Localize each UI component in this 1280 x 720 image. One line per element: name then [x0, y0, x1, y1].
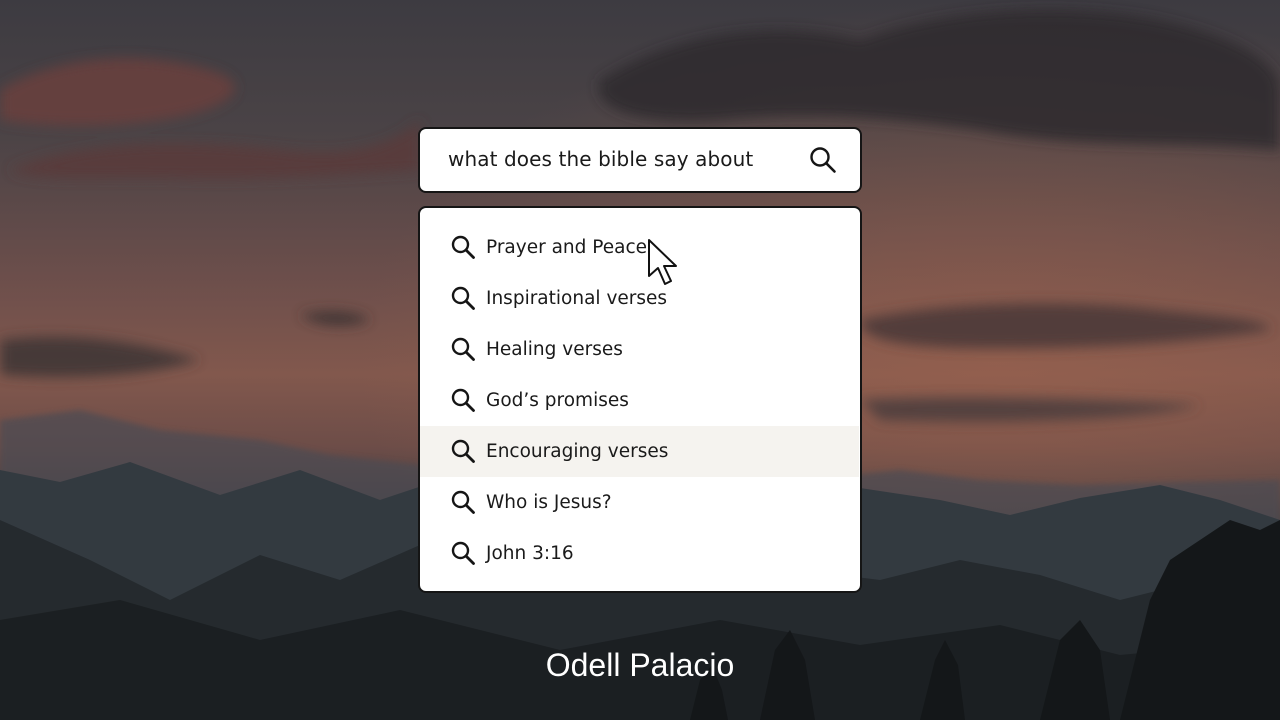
suggestion-label: John 3:16 [486, 543, 574, 564]
suggestion-label: Inspirational verses [486, 288, 668, 309]
suggestion-label: Healing verses [486, 339, 623, 360]
suggestion-label: Prayer and Peace [486, 237, 648, 258]
suggestion-item[interactable]: Healing verses [420, 324, 859, 375]
suggestions-dropdown: Prayer and Peace Inspirational verses He… [418, 206, 862, 593]
suggestion-item-highlighted[interactable]: Encouraging verses [420, 426, 859, 477]
search-icon [451, 286, 475, 310]
suggestion-item[interactable]: Who is Jesus? [420, 477, 859, 528]
suggestion-item[interactable]: Inspirational verses [420, 273, 859, 324]
author-name: Odell Palacio [545, 647, 735, 683]
suggestion-label: Encouraging verses [486, 441, 669, 462]
search-box[interactable]: what does the bible say about [418, 127, 862, 193]
suggestion-item[interactable]: God’s promises [420, 375, 859, 426]
search-input[interactable]: what does the bible say about [448, 129, 753, 190]
search-icon [451, 439, 475, 463]
search-icon [451, 388, 475, 412]
search-icon [451, 541, 475, 565]
suggestion-item[interactable]: Prayer and Peace [420, 222, 859, 273]
search-icon [451, 337, 475, 361]
search-icon [451, 235, 475, 259]
search-icon[interactable] [808, 145, 838, 175]
suggestion-item[interactable]: John 3:16 [420, 528, 859, 579]
search-icon [451, 490, 475, 514]
suggestion-label: Who is Jesus? [486, 492, 612, 513]
suggestion-label: God’s promises [486, 390, 629, 411]
